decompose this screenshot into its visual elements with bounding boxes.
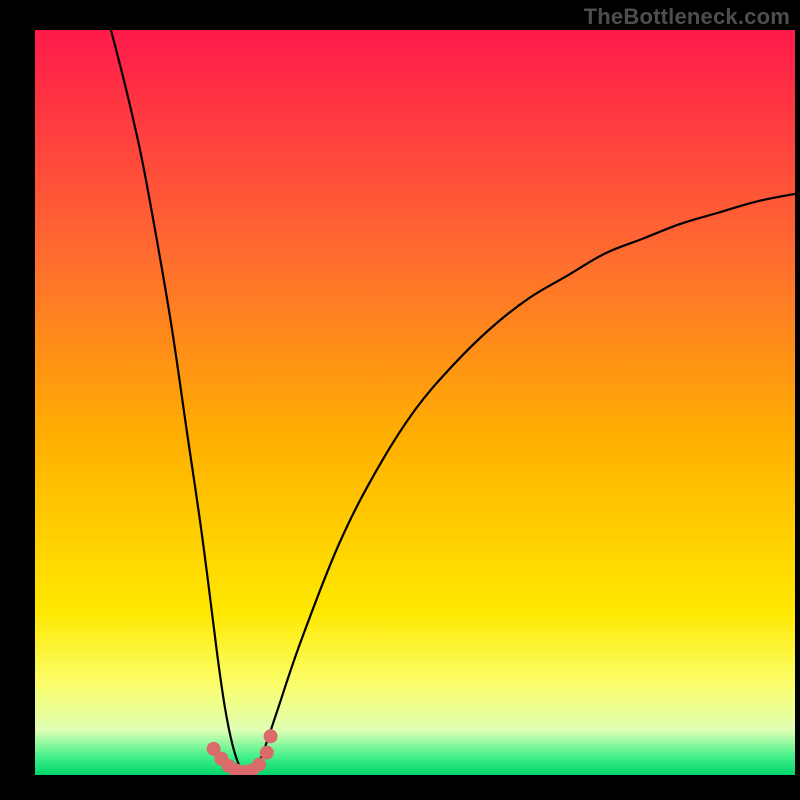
bottleneck-chart-svg [35, 30, 795, 775]
sweet-spot-marker [264, 729, 278, 743]
plot-area [35, 30, 795, 775]
chart-frame: TheBottleneck.com [0, 0, 800, 800]
watermark-text: TheBottleneck.com [584, 4, 790, 30]
sweet-spot-marker [260, 746, 274, 760]
sweet-spot-marker [252, 758, 266, 772]
gradient-background [35, 30, 795, 775]
